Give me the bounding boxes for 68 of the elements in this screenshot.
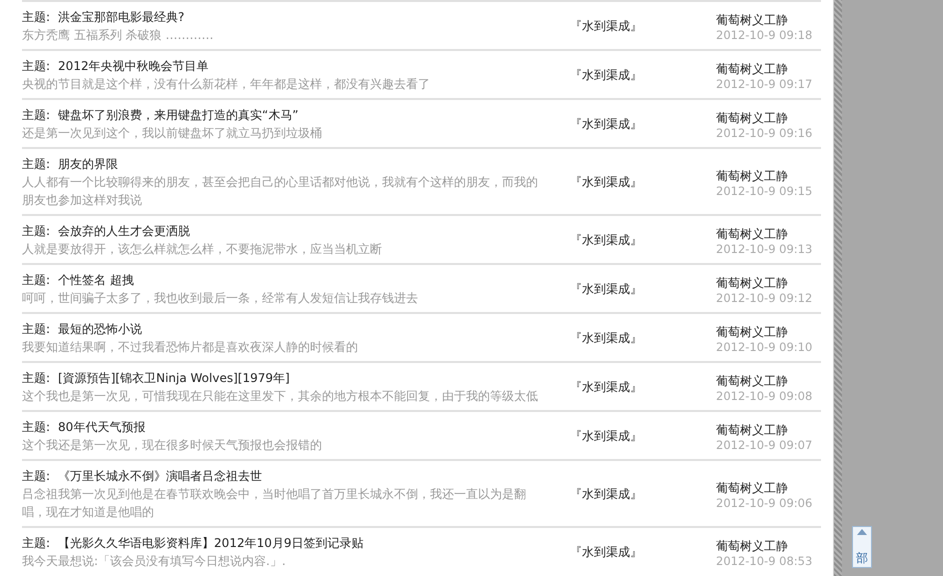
topic-label: 主题: xyxy=(22,59,50,73)
thread-excerpt: 我今天最想说:「该会员没有填写今日想说内容.」. xyxy=(22,553,287,570)
topic-label: 主题: xyxy=(22,420,50,434)
post-time: 2012-10-9 09:15 xyxy=(716,184,812,198)
thread-title-link[interactable]: 洪金宝那部电影最经典? xyxy=(58,10,184,24)
topic-label: 主题: xyxy=(22,224,50,238)
thread-title-link[interactable]: 2012年央视中秋晚会节目单 xyxy=(58,59,209,73)
post-time: 2012-10-9 09:12 xyxy=(716,292,812,304)
thread-title-link[interactable]: 【光影久久华语电影资料库】2012年10月9日签到记录贴 xyxy=(58,536,364,550)
thread-excerpt: 还是第一次见到这个，我以前键盘坏了就立马扔到垃圾桶 xyxy=(22,125,323,142)
thread-excerpt: 我要知道结果啊，不过我看恐怖片都是喜欢夜深人静的时候看的 xyxy=(22,339,359,356)
forum-link[interactable]: 『水到渠成』 xyxy=(570,380,642,394)
thread-title-link[interactable]: 键盘坏了别浪费，来用键盘打造的真实“木马” xyxy=(58,108,298,122)
post-time: 2012-10-9 09:06 xyxy=(716,496,812,510)
post-time: 2012-10-9 09:08 xyxy=(716,390,812,402)
forum-link[interactable]: 『水到渠成』 xyxy=(570,117,642,131)
thread-excerpt: 东方秃鹰 五福系列 杀破狼 ………… xyxy=(22,27,214,44)
forum-link[interactable]: 『水到渠成』 xyxy=(570,545,642,559)
post-time: 2012-10-9 08:53 xyxy=(716,554,812,568)
author-link[interactable]: 葡萄树义工静 xyxy=(716,10,812,28)
thread-excerpt: 人就是要放得开，该怎么样就怎么样，不要拖泥带水，应当当机立断 xyxy=(22,241,383,258)
thread-title-link[interactable]: 会放弃的人生才会更洒脱 xyxy=(58,224,190,238)
thread-title-link[interactable]: 最短的恐怖小说 xyxy=(58,322,142,336)
author-link[interactable]: 葡萄树义工静 xyxy=(716,536,812,554)
forum-link[interactable]: 『水到渠成』 xyxy=(570,19,642,33)
post-time: 2012-10-9 09:10 xyxy=(716,340,812,354)
post-time: 2012-10-9 09:13 xyxy=(716,242,812,256)
forum-link[interactable]: 『水到渠成』 xyxy=(570,233,642,247)
topic-label: 主题: xyxy=(22,157,50,171)
forum-link[interactable]: 『水到渠成』 xyxy=(570,331,642,345)
forum-link[interactable]: 『水到渠成』 xyxy=(570,429,642,443)
author-link[interactable]: 葡萄树义工静 xyxy=(716,166,812,184)
thread-excerpt: 这个我还是第一次见，现在很多时候天气预报也会报错的 xyxy=(22,437,323,454)
topic-label: 主题: xyxy=(22,469,50,483)
topic-label: 主题: xyxy=(22,108,50,122)
thread-title-link[interactable]: 《万里长城永不倒》演唱者吕念祖去世 xyxy=(58,469,262,483)
author-link[interactable]: 葡萄树义工静 xyxy=(716,372,812,390)
author-link[interactable]: 葡萄树义工静 xyxy=(716,420,812,438)
thread-title-link[interactable]: [資源預告][锦衣卫Ninja Wolves][1979年] xyxy=(58,371,290,385)
author-link[interactable]: 葡萄树义工静 xyxy=(716,274,812,292)
forum-link[interactable]: 『水到渠成』 xyxy=(570,175,642,189)
thread-excerpt: 人人都有一个比较聊得来的朋友，甚至会把自己的心里话都对他说，我就有个这样的朋友，而我的朋友也参加这样对我说 xyxy=(22,174,539,209)
thread-title-link[interactable]: 个性签名 超拽 xyxy=(58,273,134,287)
topic-label: 主题: xyxy=(22,10,50,24)
post-time: 2012-10-9 09:16 xyxy=(716,126,812,140)
thread-excerpt: 央视的节目就是这个样，没有什么新花样，年年都是这样，都没有兴趣去看了 xyxy=(22,76,431,93)
topic-label: 主题: xyxy=(22,536,50,550)
forum-link[interactable]: 『水到渠成』 xyxy=(570,68,642,82)
topic-label: 主题: xyxy=(22,322,50,336)
topic-label: 主题: xyxy=(22,273,50,287)
thread-excerpt: 吕念祖我第一次见到他是在春节联欢晚会中，当时他唱了首万里长城永不倒，我还一直以为是翻唱，现在才知道是他唱的 xyxy=(22,486,527,521)
topic-label: 主题: xyxy=(22,371,50,385)
author-link[interactable]: 葡萄树义工静 xyxy=(716,224,812,242)
author-link[interactable]: 葡萄树义工静 xyxy=(716,322,812,340)
post-time: 2012-10-9 09:17 xyxy=(716,78,812,90)
author-link[interactable]: 葡萄树义工静 xyxy=(716,60,812,78)
thread-excerpt: 这个我也是第一次见，可惜我现在只能在这里发下，其余的地方根本不能回复，由于我的等级太低 xyxy=(22,388,539,405)
thread-excerpt: 呵呵，世间骗子太多了，我也收到最后一条，经常有人发短信让我存钱进去 xyxy=(22,290,419,307)
thread-title-link[interactable]: 80年代天气预报 xyxy=(58,420,146,434)
thread-title-link[interactable]: 朋友的界限 xyxy=(58,157,118,171)
forum-link[interactable]: 『水到渠成』 xyxy=(570,282,642,296)
caret-up-icon xyxy=(857,529,867,535)
author-link[interactable]: 葡萄树义工静 xyxy=(716,108,812,126)
post-time: 2012-10-9 09:07 xyxy=(716,438,812,452)
forum-link[interactable]: 『水到渠成』 xyxy=(570,487,642,501)
back-to-top-button[interactable]: 部 xyxy=(852,526,872,568)
author-link[interactable]: 葡萄树义工静 xyxy=(716,478,812,496)
post-time: 2012-10-9 09:18 xyxy=(716,28,812,42)
